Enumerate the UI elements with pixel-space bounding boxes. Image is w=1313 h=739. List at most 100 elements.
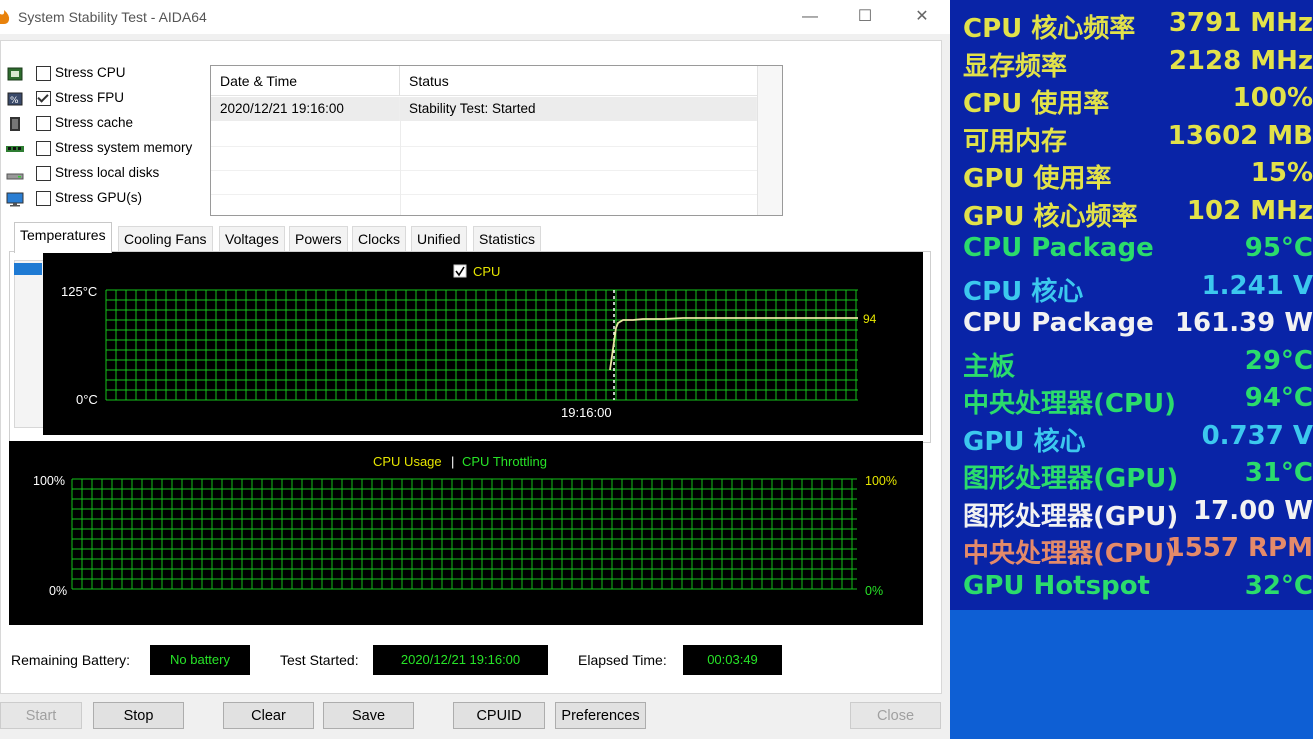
osd-sensor-value: 161.39 W <box>1174 308 1313 338</box>
stress-option-row[interactable]: Stress local disks <box>6 164 211 186</box>
usage-y-max-right: 100% <box>865 474 897 488</box>
osd-sensor-label: CPU 核心 <box>963 276 1084 307</box>
cpu-legend-checkbox <box>453 264 467 278</box>
stress-option-label: Stress system memory <box>55 140 193 155</box>
osd-sensor-label: CPU Package <box>963 233 1154 263</box>
osd-sensor-label: 图形处理器(GPU) <box>963 464 1179 494</box>
osd-sensor-value: 95°C <box>1244 233 1313 263</box>
temp-x-time-label: 19:16:00 <box>561 405 612 420</box>
log-table[interactable]: Date & Time Status 2020/12/21 19:16:00 S… <box>210 65 783 216</box>
tab-cooling-fans[interactable]: Cooling Fans <box>118 226 213 251</box>
cpu-usage-graph: CPU Usage | CPU Throttling 100% 0% 100% … <box>9 441 923 625</box>
log-header-datetime[interactable]: Date & Time <box>211 66 400 96</box>
close-button[interactable]: Close <box>850 702 941 729</box>
osd-sensor-value: 1.241 V <box>1201 270 1313 301</box>
osd-sensor-value: 32°C <box>1244 570 1313 601</box>
osd-sensor-row: CPU 使用率 100% <box>963 83 1313 119</box>
osd-sensor-value: 0.737 V <box>1201 420 1313 451</box>
log-row-empty <box>211 170 757 195</box>
osd-sensor-row: GPU Hotspot 32°C <box>963 571 1313 607</box>
battery-label: Remaining Battery: <box>11 652 131 668</box>
log-header-status[interactable]: Status <box>400 66 758 96</box>
osd-sensor-row: 可用内存 13602 MB <box>963 121 1313 157</box>
cpu-legend-label: CPU <box>473 264 500 279</box>
osd-sensor-label: 中央处理器(CPU) <box>963 539 1177 569</box>
osd-sensor-label: 主板 <box>963 351 1016 382</box>
stability-test-window: System Stability Test - AIDA64 — ☐ ✕ Str… <box>0 0 950 739</box>
cache-icon <box>10 117 20 131</box>
stress-checkbox[interactable] <box>36 141 51 156</box>
maximize-button[interactable]: ☐ <box>845 2 885 32</box>
tab-voltages[interactable]: Voltages <box>219 226 285 251</box>
cpuid-button[interactable]: CPUID <box>453 702 545 729</box>
log-row-time: 2020/12/21 19:16:00 <box>211 97 400 121</box>
osd-sensor-label: CPU 使用率 <box>963 89 1110 119</box>
fpu-icon: % <box>7 92 23 106</box>
cpu-throttling-legend: CPU Throttling <box>462 454 547 469</box>
stress-option-label: Stress GPU(s) <box>55 190 143 205</box>
osd-sensor-label: GPU 核心频率 <box>963 201 1138 232</box>
osd-sensor-value: 100% <box>1232 83 1313 113</box>
log-row[interactable]: 2020/12/21 19:16:00 Stability Test: Star… <box>211 97 757 121</box>
preferences-button[interactable]: Preferences <box>555 702 646 729</box>
usage-y-max-left: 100% <box>33 474 65 488</box>
log-scrollbar[interactable] <box>757 66 782 215</box>
stress-option-row[interactable]: Stress system memory <box>6 139 211 161</box>
disk-icon <box>6 173 24 180</box>
tab-clocks[interactable]: Clocks <box>352 226 407 251</box>
osd-sensor-label: GPU Hotspot <box>963 570 1150 601</box>
title-bar[interactable]: System Stability Test - AIDA64 — ☐ ✕ <box>0 0 950 34</box>
temp-y-max-label: 125°C <box>61 284 97 299</box>
osd-sensor-row: 显存频率 2128 MHz <box>963 46 1313 82</box>
test-started-value: 2020/12/21 19:16:00 <box>373 645 548 675</box>
osd-sensor-value: 94°C <box>1244 383 1313 413</box>
stop-button[interactable]: Stop <box>93 702 184 729</box>
stress-checkbox[interactable] <box>36 66 51 81</box>
osd-sensor-value: 17.00 W <box>1193 495 1313 526</box>
stress-option-label: Stress CPU <box>55 65 126 80</box>
stress-option-row[interactable]: Stress GPU(s) <box>6 189 211 211</box>
stress-checkbox[interactable] <box>36 116 51 131</box>
start-button[interactable]: Start <box>0 702 82 729</box>
tab-statistics[interactable]: Statistics <box>473 226 542 251</box>
osd-sensor-row: GPU 核心 0.737 V <box>963 421 1313 457</box>
log-row-empty <box>211 146 757 171</box>
osd-sensor-value: 15% <box>1250 158 1313 188</box>
osd-sensor-value: 102 MHz <box>1186 195 1313 226</box>
cpu-usage-legend: CPU Usage <box>373 454 442 469</box>
osd-sensor-row: 中央处理器(CPU) 94°C <box>963 383 1313 419</box>
monitor-icon <box>6 192 24 207</box>
stress-option-row[interactable]: Stress cache <box>6 114 211 136</box>
osd-sensor-row: 图形处理器(GPU) 17.00 W <box>963 496 1313 532</box>
stress-checkbox[interactable] <box>36 166 51 181</box>
osd-sensor-row: CPU 核心频率 3791 MHz <box>963 8 1313 44</box>
clear-button[interactable]: Clear <box>223 702 314 729</box>
test-started-label: Test Started: <box>280 652 359 668</box>
usage-y-min-right: 0% <box>865 584 883 598</box>
osd-sensor-label: 可用内存 <box>963 126 1068 157</box>
cpu-temperature-line <box>609 317 858 371</box>
memory-module-icon <box>6 146 24 152</box>
stress-option-label: Stress local disks <box>55 165 160 180</box>
stress-option-row[interactable]: Stress CPU <box>6 64 211 86</box>
close-window-button[interactable]: ✕ <box>902 2 942 32</box>
svg-text:%: % <box>10 96 19 106</box>
window-title: System Stability Test - AIDA64 <box>18 9 207 25</box>
tab-powers[interactable]: Powers <box>289 226 348 251</box>
osd-sensor-row: CPU Package 95°C <box>963 233 1313 269</box>
stress-option-row[interactable]: % Stress FPU <box>6 89 211 111</box>
sensor-select-list[interactable] <box>14 260 44 428</box>
temp-y-min-label: 0°C <box>76 392 98 407</box>
log-column-divider <box>400 97 401 215</box>
minimize-button[interactable]: — <box>790 2 830 32</box>
stress-checkbox[interactable] <box>36 91 51 106</box>
osd-sensor-label: 显存频率 <box>963 51 1068 82</box>
tab-unified[interactable]: Unified <box>411 226 467 251</box>
tab-temperatures[interactable]: Temperatures <box>14 222 112 253</box>
save-button[interactable]: Save <box>323 702 414 729</box>
osd-sensor-row: CPU 核心 1.241 V <box>963 271 1313 307</box>
stress-checkbox[interactable] <box>36 191 51 206</box>
osd-sensor-label: GPU 核心 <box>963 426 1086 457</box>
sensor-selected-item[interactable] <box>14 263 42 275</box>
temperature-graph: CPU 125°C 0°C 19:16:00 94 <box>43 252 923 435</box>
